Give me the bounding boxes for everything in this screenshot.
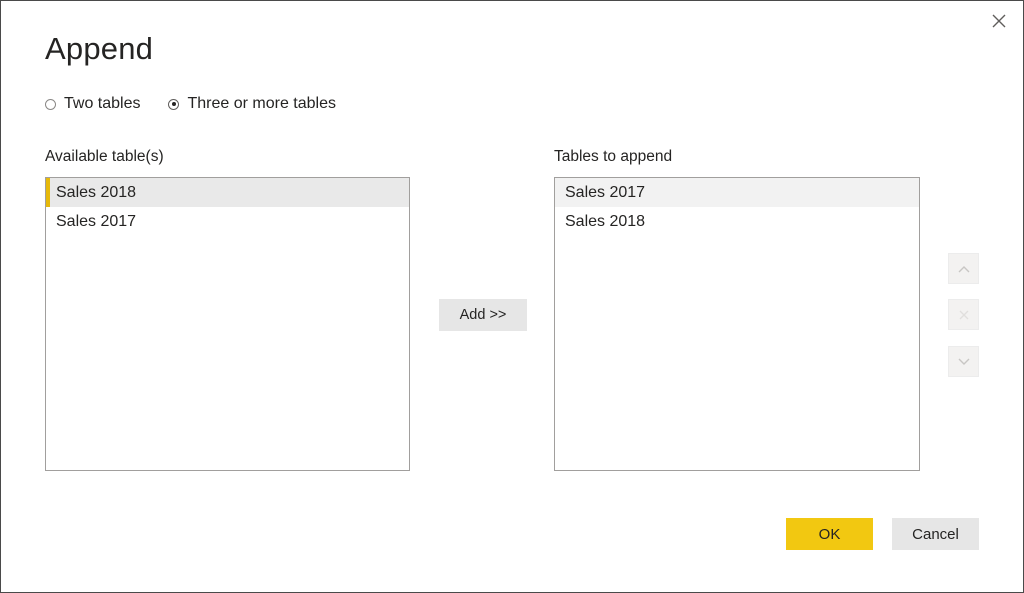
move-down-button[interactable] — [948, 346, 979, 377]
append-mode-radio-group: Two tables Three or more tables — [45, 95, 336, 113]
list-item[interactable]: Sales 2017 — [46, 207, 409, 236]
remove-x-icon — [959, 310, 968, 319]
list-item-label: Sales 2017 — [565, 184, 646, 201]
chevron-down-icon — [958, 358, 969, 365]
list-item-label: Sales 2018 — [56, 184, 137, 201]
radio-two-tables-label: Two tables — [64, 95, 141, 112]
close-icon — [992, 14, 1006, 28]
radio-circle-unchecked — [45, 98, 56, 110]
close-button[interactable] — [987, 9, 1011, 33]
list-item-label: Sales 2018 — [565, 213, 646, 230]
append-dialog: Append Two tables Three or more tables A… — [0, 0, 1024, 593]
tables-to-append-label: Tables to append — [554, 148, 673, 165]
tables-to-append-list[interactable]: Sales 2017 Sales 2018 — [554, 177, 920, 471]
ok-button[interactable]: OK — [786, 518, 873, 550]
remove-button[interactable] — [948, 299, 979, 330]
radio-three-or-more-tables[interactable]: Three or more tables — [168, 95, 336, 113]
cancel-button[interactable]: Cancel — [892, 518, 979, 550]
radio-two-tables[interactable]: Two tables — [45, 95, 140, 113]
radio-three-or-more-label: Three or more tables — [187, 95, 336, 112]
available-tables-label: Available table(s) — [45, 148, 164, 165]
list-item-label: Sales 2017 — [56, 213, 137, 230]
list-item[interactable]: Sales 2018 — [555, 207, 919, 236]
move-up-button[interactable] — [948, 253, 979, 284]
add-button[interactable]: Add >> — [439, 299, 527, 331]
chevron-up-icon — [958, 265, 969, 272]
list-item[interactable]: Sales 2017 — [555, 178, 919, 207]
dialog-title: Append — [45, 31, 154, 66]
radio-circle-checked — [168, 98, 180, 110]
available-tables-list[interactable]: Sales 2018 Sales 2017 — [45, 177, 410, 471]
list-item[interactable]: Sales 2018 — [46, 178, 409, 207]
